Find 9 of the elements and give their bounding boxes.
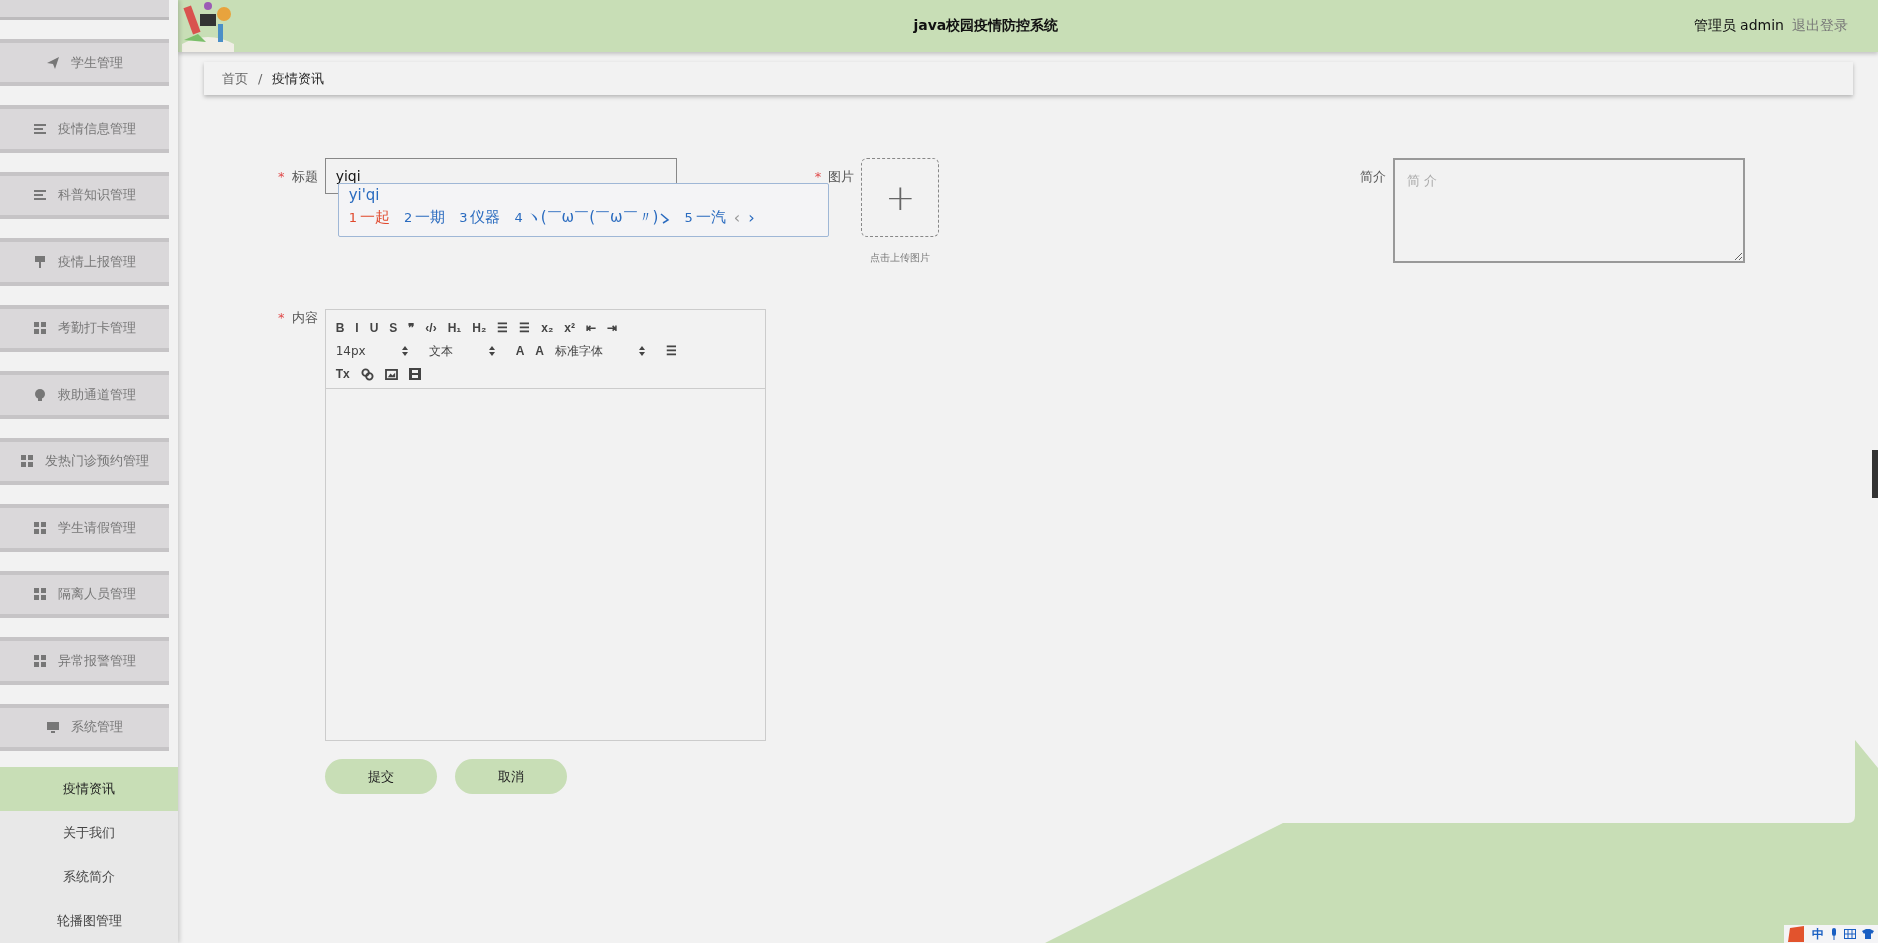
field-label: * 标题: [278, 168, 318, 186]
upload-hint: 点击上传图片: [870, 251, 931, 265]
breadcrumb-item: 疫情资讯: [272, 69, 325, 88]
field-label: 简介: [1359, 168, 1387, 186]
user-name: 管理员 admin: [1693, 17, 1784, 35]
field-label: * 图片: [814, 168, 855, 186]
field-label: * 内容: [278, 309, 318, 327]
breadcrumb-item: /: [258, 71, 263, 86]
system-title: java校园疫情防控系统: [912, 17, 1060, 35]
